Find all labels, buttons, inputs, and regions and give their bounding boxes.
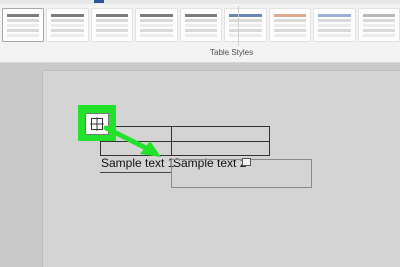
table-style-row [273, 34, 307, 37]
table-style-row [229, 14, 262, 17]
table-styles-label: Table Styles [210, 48, 254, 57]
table-style-row [184, 24, 218, 27]
table-style-row [51, 29, 84, 32]
ribbon-tab-accent [94, 0, 104, 3]
table-style-row [140, 24, 173, 27]
ribbon-top-strip [0, 0, 400, 4]
table-style-option[interactable] [268, 8, 312, 42]
table-style-row [362, 29, 395, 32]
table-style-row [140, 14, 173, 17]
table-style-row [7, 34, 40, 37]
table-styles-gallery [0, 8, 400, 44]
table-style-row [184, 14, 218, 17]
table-move-handle[interactable] [85, 113, 109, 135]
table-style-row [7, 14, 40, 17]
table-style-row [318, 19, 351, 22]
table-style-row [184, 19, 218, 22]
table-style-row [318, 14, 351, 17]
table-style-row [51, 14, 84, 17]
table-style-row [95, 29, 129, 32]
table-style-row [229, 24, 262, 27]
table-style-option[interactable] [135, 8, 178, 42]
table-style-row [362, 24, 395, 27]
table-cell-text[interactable]: Sample text 1 [101, 156, 174, 170]
table-style-row [95, 24, 129, 27]
table-style-option[interactable] [90, 8, 134, 42]
table-style-row [51, 24, 84, 27]
table-style-row [273, 19, 307, 22]
table-style-row [51, 19, 84, 22]
table-style-row [95, 34, 129, 37]
table-style-option[interactable] [2, 8, 45, 42]
highlight-box [78, 105, 116, 141]
ribbon: Table Styles [0, 0, 400, 63]
table-style-row [318, 34, 351, 37]
table-style-option[interactable] [224, 8, 267, 42]
table-row-divider[interactable] [101, 141, 269, 142]
table-resize-handle[interactable] [242, 158, 251, 166]
table-style-row [140, 29, 173, 32]
table-style-row [184, 34, 218, 37]
table-style-row [229, 19, 262, 22]
table-style-row [273, 29, 307, 32]
table-style-row [7, 29, 40, 32]
table-style-option[interactable] [46, 8, 89, 42]
table-bottom-border [100, 172, 171, 173]
table-style-row [7, 19, 40, 22]
table-style-row [140, 34, 173, 37]
table-style-row [95, 14, 129, 17]
table-style-row [273, 14, 307, 17]
table-style-option[interactable] [313, 8, 356, 42]
table-style-row [51, 34, 84, 37]
table-style-option[interactable] [357, 8, 400, 42]
document-table[interactable] [100, 126, 270, 156]
table-style-row [362, 19, 395, 22]
table-style-row [318, 24, 351, 27]
table-style-row [184, 29, 218, 32]
table-style-row [140, 19, 173, 22]
table-style-row [362, 14, 395, 17]
table-style-row [229, 34, 262, 37]
table-style-row [7, 24, 40, 27]
table-style-row [318, 29, 351, 32]
table-style-row [273, 24, 307, 27]
table-style-row [229, 29, 262, 32]
table-style-row [362, 34, 395, 37]
table-style-option[interactable] [179, 8, 223, 42]
table-style-row [95, 19, 129, 22]
table-move-handle-icon [90, 117, 104, 131]
ribbon-divider [238, 6, 239, 46]
